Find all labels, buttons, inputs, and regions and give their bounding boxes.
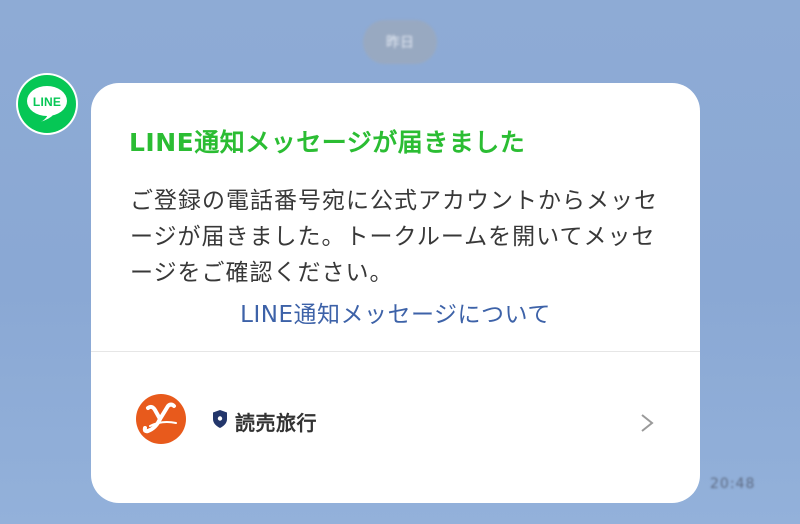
message-timestamp: 20:48 <box>710 476 756 492</box>
verified-shield-icon <box>213 410 227 428</box>
avatar-label: LINE <box>32 95 62 109</box>
account-logo-icon <box>136 394 186 444</box>
message-title: LINE通知メッセージが届きました <box>129 128 526 157</box>
line-logo-icon: LINE <box>18 75 76 133</box>
account-name: 読売旅行 <box>235 411 317 435</box>
official-account-row[interactable]: 読売旅行 <box>91 352 700 503</box>
chevron-right-icon <box>641 414 654 432</box>
sender-avatar[interactable]: LINE <box>16 73 78 135</box>
about-notification-link[interactable]: LINE通知メッセージについて <box>91 295 700 329</box>
message-body: ご登録の電話番号宛に公式アカウントからメッセージが届きました。トークルームを開い… <box>130 188 658 286</box>
date-separator: 昨日 <box>363 20 437 64</box>
notification-message-bubble: LINE通知メッセージが届きました ご登録の電話番号宛に公式アカウントからメッセ… <box>91 83 700 503</box>
